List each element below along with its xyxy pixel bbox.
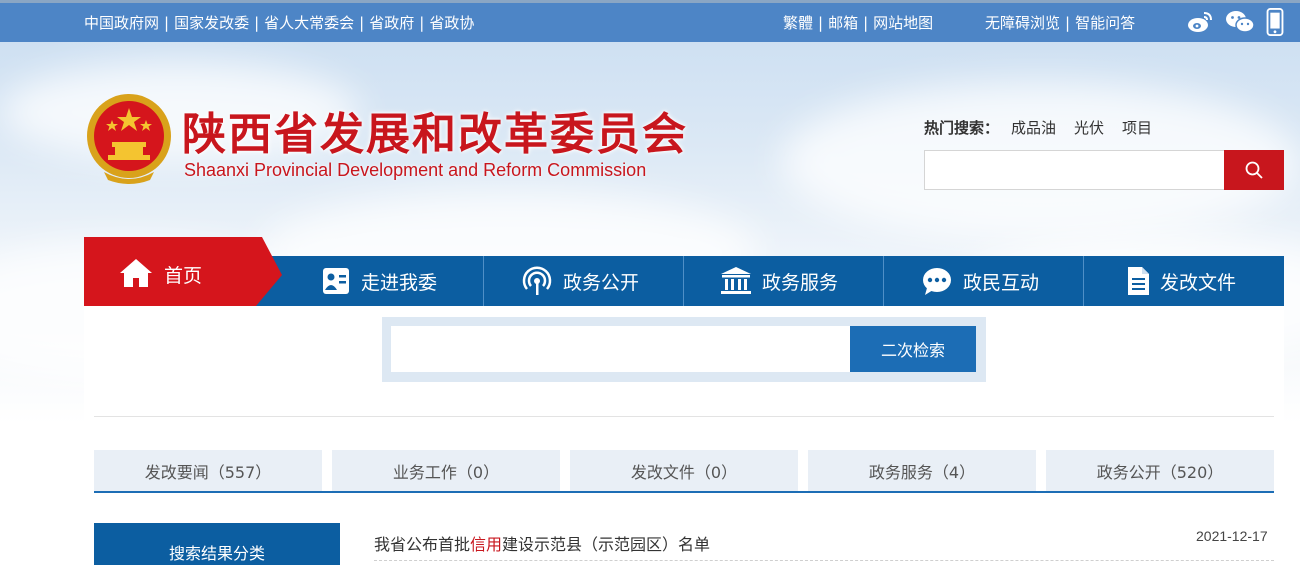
result-category-header: 搜索结果分类 <box>94 523 340 565</box>
site-title: 陕西省发展和改革委员会 <box>182 109 688 160</box>
id-card-icon <box>323 268 349 294</box>
nav-divider <box>1083 256 1084 306</box>
result-divider <box>374 560 1274 561</box>
site-search-button[interactable] <box>1224 150 1284 190</box>
link-ndrc[interactable]: 国家发改委 <box>174 14 249 32</box>
secondary-search-input[interactable] <box>391 326 850 372</box>
link-sitemap[interactable]: 网站地图 <box>873 14 933 32</box>
top-utility-bar: 中国政府网 | 国家发改委 | 省人大常委会 | 省政府 | 省政协 繁體 | 邮箱 | 网站地图 无障… <box>0 0 1300 42</box>
nav-item-documents[interactable]: 发改文件 <box>1126 256 1236 306</box>
wechat-icon[interactable] <box>1224 8 1256 36</box>
tab-business[interactable]: 业务工作（0） <box>332 450 560 491</box>
chat-bubble-icon <box>923 268 951 295</box>
hot-search-label: 热门搜索： <box>924 119 1000 137</box>
nav-item-about[interactable]: 走进我委 <box>321 256 437 306</box>
link-traditional-chinese[interactable]: 繁體 <box>783 14 813 32</box>
document-icon <box>1128 267 1149 295</box>
nav-item-about-label: 走进我委 <box>361 271 438 294</box>
result-title-highlight: 信用 <box>470 535 503 554</box>
result-title-part: 建设示范县（示范园区）名单 <box>502 535 711 554</box>
site-subtitle: Shaanxi Provincial Development and Refor… <box>184 160 647 180</box>
weibo-icon[interactable] <box>1186 8 1214 36</box>
result-title-part: 我省公布首批 <box>374 535 471 554</box>
home-icon <box>120 259 152 287</box>
nav-item-gov-affairs-open[interactable]: 政务公开 <box>521 256 639 306</box>
result-date: 2021-12-17 <box>1196 528 1268 544</box>
site-search-input[interactable] <box>925 151 1225 189</box>
nav-divider <box>683 256 684 306</box>
tab-documents[interactable]: 发改文件（0） <box>570 450 798 491</box>
tab-affairs-open[interactable]: 政务公开（520） <box>1046 450 1274 491</box>
top-left-links: 中国政府网 | 国家发改委 | 省人大常委会 | 省政府 | 省政协 <box>84 14 475 32</box>
link-provincial-npc[interactable]: 省人大常委会 <box>264 14 354 32</box>
divider <box>94 416 1274 417</box>
link-smart-qa[interactable]: 智能问答 <box>1075 14 1135 32</box>
link-provincial-gov[interactable]: 省政府 <box>369 14 414 32</box>
result-title-link[interactable]: 我省公布首批信用建设示范县（示范园区）名单 <box>374 531 710 555</box>
hot-term-solar[interactable]: 光伏 <box>1074 119 1104 137</box>
nav-home-label: 首页 <box>164 265 203 287</box>
top-right-links-1: 繁體 | 邮箱 | 网站地图 <box>783 14 934 32</box>
nav-item-gov-services[interactable]: 政务服务 <box>720 256 838 306</box>
link-provincial-cppcc[interactable]: 省政协 <box>429 14 474 32</box>
nav-divider <box>883 256 884 306</box>
nav-divider <box>483 256 484 306</box>
site-search <box>924 150 1284 190</box>
nav-item-interaction-label: 政民互动 <box>963 271 1040 294</box>
mobile-icon[interactable] <box>1265 8 1285 36</box>
tab-services[interactable]: 政务服务（4） <box>808 450 1036 491</box>
nav-item-documents-label: 发改文件 <box>1160 271 1237 294</box>
link-accessibility[interactable]: 无障碍浏览 <box>985 14 1060 32</box>
secondary-search: 二次检索 <box>382 317 986 382</box>
nav-item-gov-affairs-open-label: 政务公开 <box>563 271 640 294</box>
top-rule <box>0 0 1300 3</box>
link-mailbox[interactable]: 邮箱 <box>828 14 858 32</box>
nav-item-gov-services-label: 政务服务 <box>762 271 839 294</box>
hot-search: 热门搜索： 成品油 光伏 项目 <box>924 117 1170 138</box>
tab-news[interactable]: 发改要闻（557） <box>94 450 322 491</box>
hot-term-project[interactable]: 项目 <box>1122 119 1152 137</box>
nav-item-interaction[interactable]: 政民互动 <box>921 256 1039 306</box>
secondary-search-button[interactable]: 二次检索 <box>850 326 976 372</box>
broadcast-icon <box>522 266 552 295</box>
institution-icon <box>721 267 751 294</box>
search-icon <box>1245 161 1263 179</box>
tabs-underline <box>94 491 1274 493</box>
link-gov-cn[interactable]: 中国政府网 <box>84 14 159 32</box>
nav-home[interactable]: 首页 <box>84 237 282 306</box>
hot-term-oil[interactable]: 成品油 <box>1011 119 1056 137</box>
national-emblem-logo <box>87 94 171 184</box>
top-right-links-2: 无障碍浏览 | 智能问答 <box>985 14 1136 32</box>
